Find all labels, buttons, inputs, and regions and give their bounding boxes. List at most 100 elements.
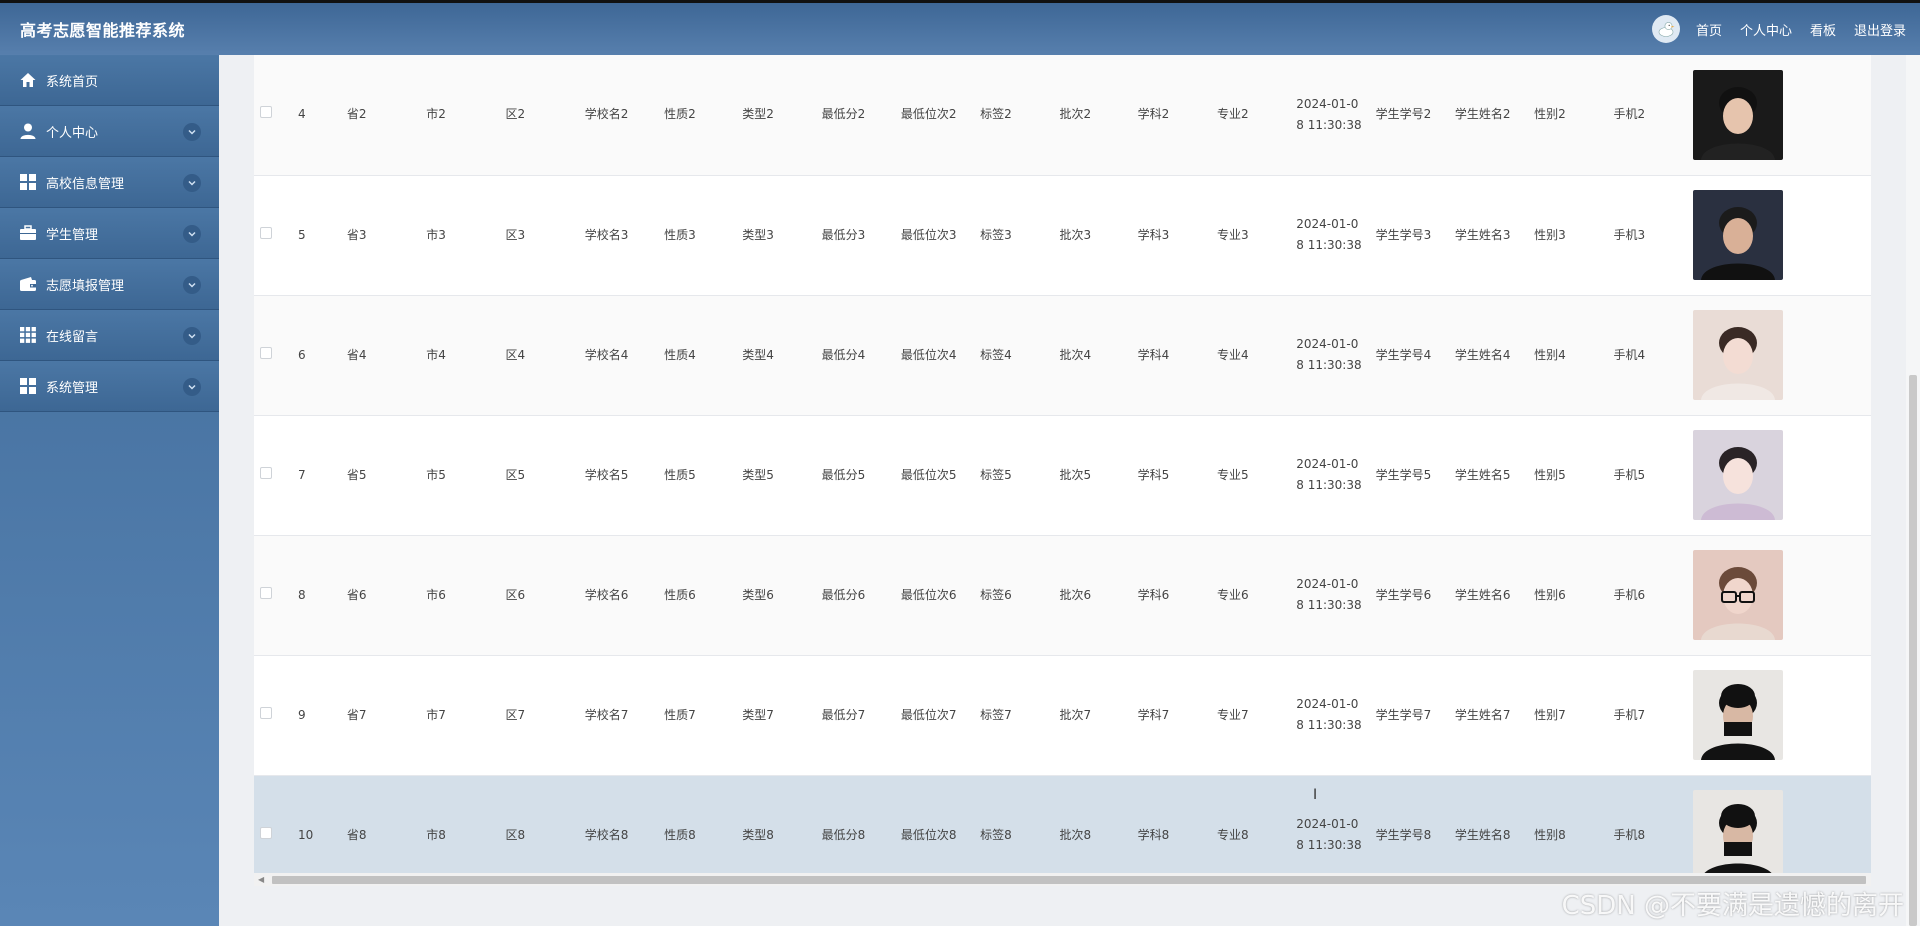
wallet-icon xyxy=(18,274,38,294)
cell-province: 省6 xyxy=(340,535,421,656)
cell-student-name: 学生姓名3 xyxy=(1448,175,1529,296)
table-row[interactable]: 6 省4 市4 区4 学校名4 性质4 类型4 最低分4 最低位次4 标签4 批次4 学科4 专业4 20… xyxy=(254,295,1871,416)
sidebar-item-label: 高校信息管理 xyxy=(46,176,125,192)
table-row[interactable]: 7 省5 市5 区5 学校名5 性质5 类型5 最低分5 最低位次5 标签5 批次5 学科5 专业5 20… xyxy=(254,415,1871,536)
cell-tag: 标签8 xyxy=(974,775,1054,873)
horizontal-scroll-thumb[interactable] xyxy=(272,876,1866,884)
chevron-down-icon[interactable] xyxy=(183,378,201,396)
row-checkbox[interactable] xyxy=(260,226,272,239)
cell-major: 专业8 xyxy=(1210,775,1291,873)
cell-student-no: 学生学号6 xyxy=(1369,535,1449,656)
cell-id: 5 xyxy=(292,175,341,296)
cell-major: 专业4 xyxy=(1210,295,1291,416)
sidebar: 系统首页 个人中心高校信息管理 学生管理志愿填报管理 在线留言系统管理 xyxy=(0,55,219,926)
cell-id: 8 xyxy=(292,535,341,656)
sidebar-item-4[interactable]: 志愿填报管理 xyxy=(0,259,219,310)
cell-photo xyxy=(1686,415,1871,536)
cell-gender: 性别5 xyxy=(1528,415,1608,536)
sidebar-item-label: 系统管理 xyxy=(46,380,99,396)
row-checkbox[interactable] xyxy=(260,346,272,359)
cell-district: 区2 xyxy=(499,55,579,176)
cell-id: 4 xyxy=(292,55,341,176)
student-photo xyxy=(1692,430,1783,520)
vertical-scrollbar[interactable] xyxy=(1906,55,1920,926)
row-checkbox-cell xyxy=(254,55,293,176)
cell-city: 市8 xyxy=(420,775,500,873)
table-row[interactable]: 10 省8 市8 区8 学校名8 性质8 类型8 最低分8 最低位次8 标签8 批次8 学科8 专业8 2… xyxy=(254,775,1871,873)
cell-tag: 标签4 xyxy=(974,295,1054,416)
cell-major: 专业7 xyxy=(1210,655,1291,776)
row-checkbox[interactable] xyxy=(260,826,272,839)
cell-school: 学校名6 xyxy=(578,535,659,656)
cell-school: 学校名5 xyxy=(578,415,659,536)
row-checkbox[interactable] xyxy=(260,466,272,479)
nav-logout-link[interactable]: 退出登录 xyxy=(1854,20,1906,39)
chevron-down-icon[interactable] xyxy=(183,225,201,243)
chevron-down-icon[interactable] xyxy=(183,123,201,141)
cell-subject: 学科4 xyxy=(1131,295,1211,416)
cell-gender: 性别3 xyxy=(1528,175,1608,296)
grid-icon xyxy=(18,376,38,396)
cell-phone: 手机7 xyxy=(1607,655,1687,776)
nav-dashboard-link[interactable]: 看板 xyxy=(1810,20,1836,39)
chevron-down-icon[interactable] xyxy=(183,276,201,294)
cell-gender: 性别6 xyxy=(1528,535,1608,656)
row-checkbox[interactable] xyxy=(260,106,272,119)
row-checkbox[interactable] xyxy=(260,706,272,719)
cell-min-rank: 最低位次5 xyxy=(894,415,975,536)
cell-student-no: 学生学号2 xyxy=(1369,55,1449,176)
row-checkbox-cell xyxy=(254,295,293,416)
cell-min-rank: 最低位次3 xyxy=(894,175,975,296)
row-checkbox[interactable] xyxy=(260,586,272,599)
cell-nature: 性质7 xyxy=(658,655,737,776)
sidebar-item-5[interactable]: 在线留言 xyxy=(0,310,219,361)
chevron-down-icon[interactable] xyxy=(183,174,201,192)
sidebar-item-6[interactable]: 系统管理 xyxy=(0,361,219,412)
cell-district: 区6 xyxy=(499,535,579,656)
cell-time: 2024-01-08 11:30:38 xyxy=(1290,655,1370,776)
vertical-scroll-thumb[interactable] xyxy=(1909,375,1917,926)
cell-phone: 手机5 xyxy=(1607,415,1687,536)
cell-gender: 性别2 xyxy=(1528,55,1608,176)
row-checkbox-cell xyxy=(254,535,293,656)
sidebar-item-2[interactable]: 高校信息管理 xyxy=(0,157,219,208)
cell-tag: 标签6 xyxy=(974,535,1054,656)
table-row[interactable]: 8 省6 市6 区6 学校名6 性质6 类型6 最低分6 最低位次6 标签6 批次6 学科6 专业6 20… xyxy=(254,535,1871,656)
row-checkbox-cell xyxy=(254,655,293,776)
scroll-left-icon[interactable]: ◀ xyxy=(258,875,264,884)
sidebar-item-label: 学生管理 xyxy=(46,227,99,243)
cell-batch: 批次8 xyxy=(1053,775,1132,873)
cell-school: 学校名4 xyxy=(578,295,659,416)
table-row[interactable]: 9 省7 市7 区7 学校名7 性质7 类型7 最低分7 最低位次7 标签7 批次7 学科7 专业7 20… xyxy=(254,655,1871,776)
student-photo xyxy=(1692,790,1783,873)
cell-min-score: 最低分5 xyxy=(815,415,895,536)
cell-type: 类型4 xyxy=(736,295,816,416)
cell-student-name: 学生姓名5 xyxy=(1448,415,1529,536)
sidebar-item-3[interactable]: 学生管理 xyxy=(0,208,219,259)
cell-photo xyxy=(1686,175,1871,296)
cell-student-no: 学生学号8 xyxy=(1369,775,1449,873)
chevron-down-icon[interactable] xyxy=(183,327,201,345)
cell-major: 专业5 xyxy=(1210,415,1291,536)
table-row[interactable]: 4 省2 市2 区2 学校名2 性质2 类型2 最低分2 最低位次2 标签2 批次2 学科2 专业2 20… xyxy=(254,55,1871,176)
cell-type: 类型6 xyxy=(736,535,816,656)
cell-min-score: 最低分8 xyxy=(815,775,895,873)
nav-profile-link[interactable]: 个人中心 xyxy=(1740,20,1792,39)
sidebar-item-0[interactable]: 系统首页 xyxy=(0,55,219,106)
cell-tag: 标签3 xyxy=(974,175,1054,296)
cell-nature: 性质2 xyxy=(658,55,737,176)
cell-min-score: 最低分4 xyxy=(815,295,895,416)
app-title: 高考志愿智能推荐系统 xyxy=(20,21,186,40)
cell-nature: 性质3 xyxy=(658,175,737,296)
duck-avatar-icon[interactable] xyxy=(1651,15,1680,43)
cell-city: 市4 xyxy=(420,295,500,416)
user-icon xyxy=(18,121,38,141)
cell-subject: 学科6 xyxy=(1131,535,1211,656)
main-content: 4 省2 市2 区2 学校名2 性质2 类型2 最低分2 最低位次2 标签2 批次2 学科2 专业2 20… xyxy=(219,55,1920,926)
cell-gender: 性别7 xyxy=(1528,655,1608,776)
grid-icon xyxy=(18,172,38,192)
sidebar-item-1[interactable]: 个人中心 xyxy=(0,106,219,157)
cell-city: 市2 xyxy=(420,55,500,176)
nav-home-link[interactable]: 首页 xyxy=(1696,20,1722,39)
table-row[interactable]: 5 省3 市3 区3 学校名3 性质3 类型3 最低分3 最低位次3 标签3 批次3 学科3 专业3 20… xyxy=(254,175,1871,296)
